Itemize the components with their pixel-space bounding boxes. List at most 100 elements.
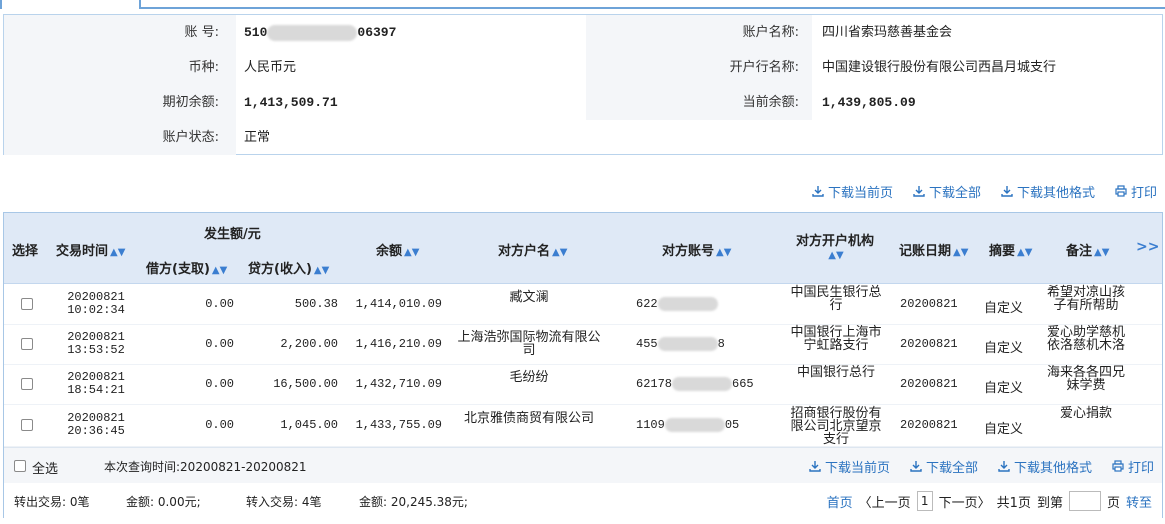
transaction-table: 选择 交易时间 ▲▼ 发生额/元 借方(支取) ▲▼ 贷方(收入) ▲▼ 余额 ▲▼ 对… xyxy=(3,212,1163,519)
header-select: 选择 xyxy=(12,244,39,259)
goto-button[interactable]: 转至 xyxy=(1126,492,1152,511)
printer-icon xyxy=(1115,185,1127,197)
trans-time: 20200821 10:02:34 xyxy=(67,290,125,317)
debit-value: 0.00 xyxy=(205,297,234,311)
sort-icon: ▲▼ xyxy=(404,247,420,258)
total-pages-text: 共1页 xyxy=(996,495,1031,511)
download-icon xyxy=(812,186,824,197)
row-checkbox[interactable] xyxy=(21,298,33,310)
payee-account: 622 xyxy=(636,297,756,311)
sort-icon: ▲▼ xyxy=(211,265,228,276)
summary: 自定义 xyxy=(984,422,1024,437)
sort-icon: ▲▼ xyxy=(313,265,330,276)
credit-value: 1,045.00 xyxy=(280,418,338,432)
download-current-page-button[interactable]: 下载当前页 xyxy=(809,457,890,476)
balance-value: 1,416,210.09 xyxy=(355,337,442,351)
post-date: 20200821 xyxy=(900,337,958,351)
remark: 爱心捐款 xyxy=(1059,406,1112,421)
table-row[interactable]: 20200821 13:53:52 0.00 2,200.00 1,416,210.09… xyxy=(4,325,1162,365)
next-page-link[interactable]: 下一页〉 xyxy=(939,492,991,511)
current-balance-value: 1,439,805.09 xyxy=(822,95,916,110)
select-all-checkbox[interactable] xyxy=(14,460,26,472)
page-unit-label: 页 xyxy=(1106,495,1120,511)
header-amount-group: 发生额/元 xyxy=(204,227,261,242)
out-trans-amount: 金额: 0.00元; xyxy=(126,495,201,509)
status-value: 正常 xyxy=(244,130,271,145)
summary: 自定义 xyxy=(984,341,1024,356)
toolbar-bottom: 下载当前页 下载全部 下载其他格式 打印 xyxy=(809,457,1154,476)
currency-value: 人民币元 xyxy=(244,60,297,75)
debit-value: 0.00 xyxy=(205,337,234,351)
header-payee-bank[interactable]: 对方开户机构▲▼ xyxy=(796,235,874,262)
download-icon xyxy=(809,461,821,472)
payee-bank: 招商银行股份有限公司北京望京支行 xyxy=(790,406,882,447)
header-post-date[interactable]: 记账日期 ▲▼ xyxy=(899,240,968,259)
header-payee-name[interactable]: 对方户名 ▲▼ xyxy=(498,240,567,259)
row-checkbox[interactable] xyxy=(21,378,33,390)
account-no-value: 510 06397 xyxy=(244,24,397,41)
summary: 自定义 xyxy=(984,381,1024,396)
sort-icon: ▲▼ xyxy=(552,247,568,258)
first-page-link[interactable]: 首页 xyxy=(827,492,853,511)
sort-icon: ▲▼ xyxy=(828,250,844,261)
table-row[interactable]: 20200821 18:54:21 0.00 16,500.00 1,432,710.0… xyxy=(4,365,1162,405)
download-current-page-button[interactable]: 下载当前页 xyxy=(812,182,893,201)
payee-account: 62178 665 xyxy=(636,377,754,392)
download-icon xyxy=(910,461,922,472)
payee-bank: 中国银行上海市宁虹路支行 xyxy=(790,325,882,353)
header-summary[interactable]: 摘要 ▲▼ xyxy=(989,240,1032,259)
tab-strip xyxy=(0,0,1165,9)
table-row[interactable]: 20200821 20:36:45 0.00 1,045.00 1,433,755.09… xyxy=(4,405,1162,447)
current-balance-label: 当前余额: xyxy=(742,95,799,110)
opening-balance-value: 1,413,509.71 xyxy=(244,95,338,110)
masked-digits xyxy=(672,377,733,391)
download-other-format-button[interactable]: 下载其他格式 xyxy=(1001,182,1095,201)
goto-page-input[interactable] xyxy=(1068,491,1101,511)
row-checkbox[interactable] xyxy=(21,419,33,431)
masked-digits xyxy=(657,297,718,311)
sort-icon: ▲▼ xyxy=(1094,247,1110,258)
payee-account: 1109 05 xyxy=(636,418,740,433)
query-time-text: 本次查询时间:20200821-20200821 xyxy=(104,460,307,474)
print-button[interactable]: 打印 xyxy=(1115,182,1157,201)
out-trans-count: 转出交易: 0笔 xyxy=(14,495,90,509)
payee-name: 北京雅债商贸有限公司 xyxy=(463,411,594,426)
payee-bank: 中国民生银行总行 xyxy=(790,285,882,313)
balance-value: 1,433,755.09 xyxy=(355,418,442,432)
payee-bank: 中国银行总行 xyxy=(796,365,875,380)
download-icon xyxy=(998,461,1010,472)
select-all-label: 全选 xyxy=(32,462,59,477)
header-time[interactable]: 交易时间 ▲▼ xyxy=(56,240,125,259)
account-name-value: 四川省索玛慈善基金会 xyxy=(822,25,953,40)
download-other-format-button[interactable]: 下载其他格式 xyxy=(998,457,1092,476)
post-date: 20200821 xyxy=(900,297,958,311)
credit-value: 500.38 xyxy=(294,297,338,311)
tab-underline xyxy=(140,7,1165,9)
balance-value: 1,432,710.09 xyxy=(355,377,442,391)
table-footer-summary: 转出交易: 0笔 金额: 0.00元; 转入交易: 4笔 金额: 20,245.… xyxy=(4,483,1162,519)
account-info-panel: 账 号: 510 06397 账户名称: 四川省索玛慈善基金会 币种: 人民币元 … xyxy=(3,14,1163,155)
table-row[interactable]: 20200821 10:02:34 0.00 500.38 1,414,010.09 臧文… xyxy=(4,285,1162,325)
more-columns-button[interactable]: >> xyxy=(1136,239,1159,255)
download-all-button[interactable]: 下载全部 xyxy=(910,457,978,476)
print-button[interactable]: 打印 xyxy=(1112,457,1154,476)
payee-account: 455 8 xyxy=(636,337,725,352)
download-icon xyxy=(1001,186,1013,197)
row-checkbox[interactable] xyxy=(21,338,33,350)
header-payee-account[interactable]: 对方账号 ▲▼ xyxy=(662,240,731,259)
info-row-account: 账 号: 510 06397 账户名称: 四川省索玛慈善基金会 xyxy=(4,15,1162,50)
currency-label: 币种: xyxy=(188,60,219,75)
download-all-button[interactable]: 下载全部 xyxy=(913,182,981,201)
trans-time: 20200821 20:36:45 xyxy=(67,411,125,438)
masked-digits xyxy=(267,24,358,41)
table-footer-actions: 全选 本次查询时间:20200821-20200821 下载当前页 下载全部 下… xyxy=(4,447,1162,483)
opening-balance-label: 期初余额: xyxy=(162,95,219,110)
info-row-balance: 期初余额: 1,413,509.71 当前余额: 1,439,805.09 xyxy=(4,85,1162,120)
header-credit[interactable]: 贷方(收入) ▲▼ xyxy=(248,258,329,277)
header-debit[interactable]: 借方(支取) ▲▼ xyxy=(146,258,227,277)
remark: 海来各各四兄妹学费 xyxy=(1046,365,1125,393)
header-remark[interactable]: 备注 ▲▼ xyxy=(1066,240,1109,259)
bank-label: 开户行名称: xyxy=(729,60,799,75)
prev-page-link[interactable]: 〈上一页 xyxy=(859,492,911,511)
header-balance[interactable]: 余额 ▲▼ xyxy=(376,240,419,259)
